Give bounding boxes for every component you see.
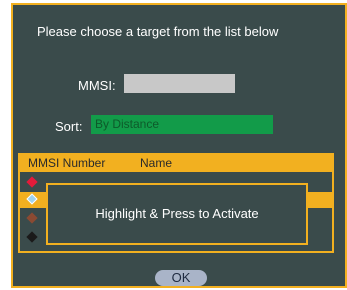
mmsi-input[interactable] (124, 74, 235, 93)
column-header-mmsi-number: MMSI Number (28, 156, 106, 170)
diamond-brown-icon (26, 212, 38, 224)
mmsi-label: MMSI: (78, 78, 116, 93)
dialog-prompt: Please choose a target from the list bel… (37, 24, 279, 39)
diamond-red-icon (26, 176, 38, 188)
sort-label: Sort: (55, 119, 83, 134)
diamond-black-icon (26, 231, 38, 243)
column-header-name: Name (140, 156, 173, 170)
activation-tooltip: Highlight & Press to Activate (46, 183, 308, 245)
diamond-lightblue-icon (26, 193, 38, 205)
ok-button[interactable]: OK (155, 270, 207, 286)
list-header: MMSI Number Name (20, 155, 332, 172)
sort-select[interactable]: By Distance (91, 115, 273, 134)
target-selection-dialog: Please choose a target from the list bel… (11, 3, 347, 288)
